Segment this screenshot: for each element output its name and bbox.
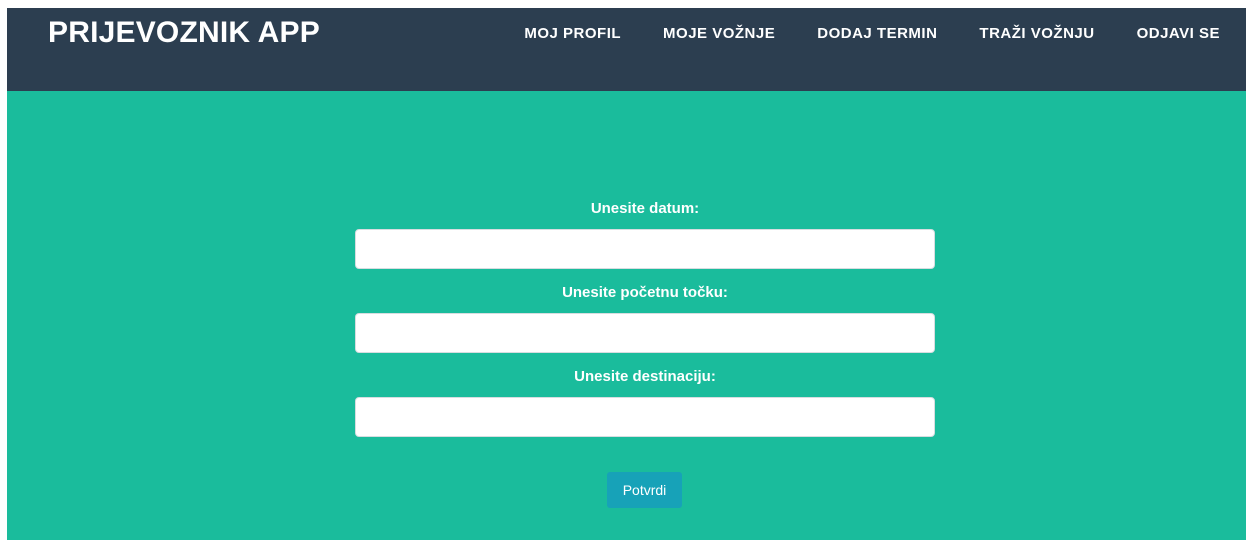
submit-button[interactable]: Potvrdi (607, 472, 682, 508)
date-label: Unesite datum: (590, 200, 700, 217)
nav-item-odjavi-se[interactable]: ODJAVI SE (1137, 25, 1220, 42)
nav-item-trazi-voznju[interactable]: TRAŽI VOŽNJU (979, 25, 1094, 42)
nav-item-moj-profil[interactable]: MOJ PROFIL (524, 25, 621, 42)
nav-links: MOJ PROFIL MOJE VOŽNJE DODAJ TERMIN TRAŽ… (482, 25, 1220, 42)
top-navbar: PRIJEVOZNIK APP MOJ PROFIL MOJE VOŽNJE D… (7, 8, 1246, 91)
brand-title[interactable]: PRIJEVOZNIK APP (48, 16, 320, 50)
nav-item-moje-voznje[interactable]: MOJE VOŽNJE (663, 25, 775, 42)
destination-input[interactable] (355, 397, 935, 437)
start-point-label: Unesite početnu točku: (562, 284, 728, 301)
nav-item-dodaj-termin[interactable]: DODAJ TERMIN (817, 25, 937, 42)
start-point-input[interactable] (355, 313, 935, 353)
destination-label: Unesite destinaciju: (574, 368, 716, 385)
app-frame: PRIJEVOZNIK APP MOJ PROFIL MOJE VOŽNJE D… (7, 8, 1246, 540)
main-content: Unesite datum: Unesite početnu točku: Un… (7, 91, 1246, 540)
date-input[interactable] (355, 229, 935, 269)
